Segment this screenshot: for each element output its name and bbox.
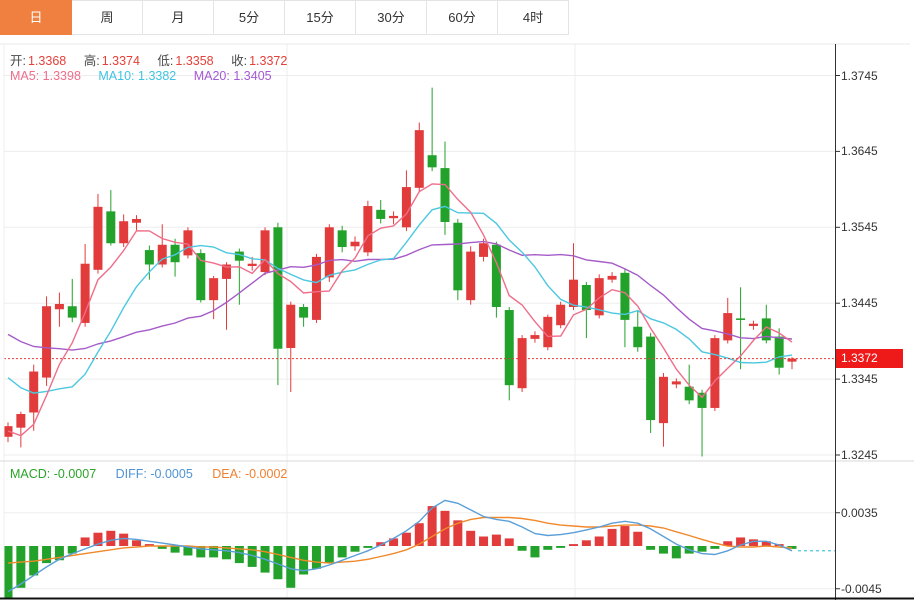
dea-value: DEA: -0.0002 <box>212 467 287 481</box>
axis-tick-main-5: 1.3245 <box>841 448 878 462</box>
high-label: 高: <box>84 54 100 68</box>
tab-5min[interactable]: 5分 <box>214 0 285 35</box>
tab-15min[interactable]: 15分 <box>285 0 356 35</box>
low-label: 低: <box>157 54 173 68</box>
axis-tick-main-4: 1.3345 <box>841 372 878 386</box>
ma10-label: MA10: 1.3382 <box>98 69 176 83</box>
axis-tick-main-1: 1.3645 <box>841 144 878 158</box>
kline-chart-canvas[interactable] <box>0 0 914 603</box>
axis-tick-main-0: 1.3745 <box>841 69 878 83</box>
high-value: 1.3374 <box>102 54 140 68</box>
ma20-label: MA20: 1.3405 <box>194 69 272 83</box>
period-tabbar: 日 周 月 5分 15分 30分 60分 4时 <box>0 0 569 34</box>
tab-day[interactable]: 日 <box>0 0 72 35</box>
ma-readout: MA5: 1.3398 MA10: 1.3382 MA20: 1.3405 <box>10 69 286 83</box>
close-value: 1.3372 <box>249 54 287 68</box>
ohlc-readout: 开:1.3368 高:1.3374 低:1.3358 收:1.3372 <box>10 50 301 69</box>
open-label: 开: <box>10 54 26 68</box>
diff-value: DIFF: -0.0005 <box>116 467 193 481</box>
tab-30min[interactable]: 30分 <box>356 0 427 35</box>
tab-60min[interactable]: 60分 <box>427 0 498 35</box>
tab-month[interactable]: 月 <box>143 0 214 35</box>
macd-value: MACD: -0.0007 <box>10 467 96 481</box>
close-label: 收: <box>231 54 247 68</box>
axis-tick-main-3: 1.3445 <box>841 296 878 310</box>
ma5-label: MA5: 1.3398 <box>10 69 81 83</box>
low-value: 1.3358 <box>175 54 213 68</box>
axis-tick-macd-0: 0.0035 <box>841 506 878 520</box>
axis-tick-macd-1: -0.0045 <box>841 582 882 596</box>
kline-app: { "toolbar": { "tabs": [ {"label": "日"},… <box>0 0 914 603</box>
tab-4hour[interactable]: 4时 <box>498 0 569 35</box>
macd-readout: MACD: -0.0007 DIFF: -0.0005 DEA: -0.0002 <box>10 467 287 481</box>
current-price-tag: 1.3372 <box>836 349 903 368</box>
tab-week[interactable]: 周 <box>72 0 143 35</box>
open-value: 1.3368 <box>28 54 66 68</box>
axis-tick-main-2: 1.3545 <box>841 220 878 234</box>
